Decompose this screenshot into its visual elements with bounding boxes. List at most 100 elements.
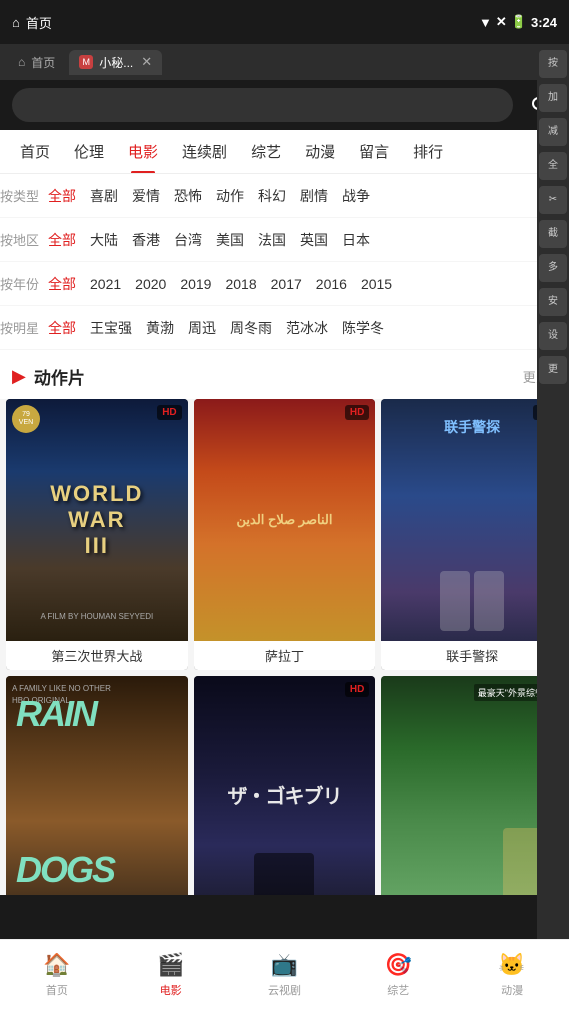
filter-star-4[interactable]: 周冬雨 [230,318,272,338]
filter-items-region: 全部 大陆 香港 台湾 美国 法国 英国 日本 [48,230,569,250]
nav-tab-message[interactable]: 留言 [347,130,401,174]
filter-star-6[interactable]: 陈学冬 [342,318,384,338]
filter-region-us[interactable]: 美国 [216,230,244,250]
filter-region-uk[interactable]: 英国 [300,230,328,250]
play-icon: ▶ [12,366,26,387]
filter-row-year: 按年份 全部 2021 2020 2019 2018 2017 2016 201… [0,262,569,306]
side-panel: 按 加 减 全 ✂ 截 多 安 设 更 [537,44,569,939]
filter-year-2017[interactable]: 2017 [271,276,302,292]
bottom-nav-variety[interactable]: 🎯 综艺 [341,952,455,998]
filter-year-2016[interactable]: 2016 [316,276,347,292]
filter-type-drama[interactable]: 剧情 [300,186,328,206]
tab-close-button[interactable]: ✕ [141,54,152,70]
side-btn-1[interactable]: 加 [539,84,567,112]
side-btn-9[interactable]: 更 [539,356,567,384]
filter-type-all[interactable]: 全部 [48,186,76,206]
bottom-home-icon: 🏠 [43,952,70,978]
filter-label-year: 按年份 [0,274,48,293]
status-right: ▼ ✕ 🔋 3:24 [479,14,557,30]
movie-grid: 79VEN WORLDWARIII A FILM BY HOUMAN SEYYE… [0,399,569,895]
movie-title-wwiii: 第三次世界大战 [6,641,188,670]
bottom-nav-tv[interactable]: 📺 云视剧 [228,952,342,998]
filter-type-comedy[interactable]: 喜剧 [90,186,118,206]
filter-type-romance[interactable]: 爱情 [132,186,160,206]
movie-card-gokiburi[interactable]: ザ・ゴキブリ HD ザ・ゴキブリ [194,676,376,895]
poster-subtitle-wwiii: A FILM BY HOUMAN SEYYEDI [6,612,188,621]
nav-tab-rank[interactable]: 排行 [401,130,455,174]
home-tab-icon: ⌂ [18,55,25,69]
filter-items-year: 全部 2021 2020 2019 2018 2017 2016 2015 [48,274,569,294]
filter-star-1[interactable]: 王宝强 [90,318,132,338]
filter-row-region: 按地区 全部 大陆 香港 台湾 美国 法国 英国 日本 [0,218,569,262]
bottom-anime-label: 动漫 [501,982,523,998]
filter-row-type: 按类型 全部 喜剧 爱情 恐怖 动作 科幻 剧情 战争 [0,174,569,218]
filter-year-2020[interactable]: 2020 [135,276,166,292]
bottom-movie-icon: 🎬 [157,952,184,978]
filter-year-all[interactable]: 全部 [48,274,76,294]
movie-card-wwiii[interactable]: 79VEN WORLDWARIII A FILM BY HOUMAN SEYYE… [6,399,188,670]
side-btn-8[interactable]: 设 [539,322,567,350]
movie-card-saladin[interactable]: الناصر صلاح الدين HD 萨拉丁 [194,399,376,670]
filter-region-hk[interactable]: 香港 [132,230,160,250]
filter-type-horror[interactable]: 恐怖 [174,186,202,206]
filter-type-action[interactable]: 动作 [216,186,244,206]
filter-section: 按类型 全部 喜剧 爱情 恐怖 动作 科幻 剧情 战争 按地区 全部 大陆 香港… [0,174,569,350]
filter-label-region: 按地区 [0,230,48,249]
bottom-anime-icon: 🐱 [498,952,525,978]
nav-tab-ethics[interactable]: 伦理 [62,130,116,174]
tab-favicon: M [79,55,93,69]
poster-text-saladin: الناصر صلاح الدين [228,504,340,536]
filter-region-mainland[interactable]: 大陆 [90,230,118,250]
movie-title-detective: 联手警探 [381,641,563,670]
filter-star-2[interactable]: 黄渤 [146,318,174,338]
movie-card-detective[interactable]: 联手警探 HD 联手警探 [381,399,563,670]
side-btn-4[interactable]: ✂ [539,186,567,214]
filter-star-5[interactable]: 范冰冰 [286,318,328,338]
filter-label-star: 按明星 [0,318,48,337]
movie-card-raindogs[interactable]: A FAMILY LIKE NO OTHER HBO ORIGINAL RAIN… [6,676,188,895]
filter-region-all[interactable]: 全部 [48,230,76,250]
filter-year-2021[interactable]: 2021 [90,276,121,292]
bottom-nav-movie[interactable]: 🎬 电影 [114,952,228,998]
browser-tab-secret[interactable]: M 小秘... ✕ [69,50,162,75]
secret-tab-label: 小秘... [99,54,133,71]
filter-region-jp[interactable]: 日本 [342,230,370,250]
browser-tab-home[interactable]: ⌂ 首页 [8,50,65,75]
nav-tab-movie[interactable]: 电影 [116,130,170,174]
filter-year-2018[interactable]: 2018 [225,276,256,292]
filter-star-3[interactable]: 周迅 [188,318,216,338]
bottom-nav: 🏠 首页 🎬 电影 📺 云视剧 🎯 综艺 🐱 动漫 [0,939,569,1009]
movie-poster-outdoor: 最豪天"外景综餐厅 [381,676,563,895]
filter-region-fr[interactable]: 法国 [258,230,286,250]
filter-region-tw[interactable]: 台湾 [174,230,202,250]
filter-star-all[interactable]: 全部 [48,318,76,338]
nav-tab-anime[interactable]: 动漫 [293,130,347,174]
nav-tab-home[interactable]: 首页 [8,130,62,174]
side-btn-7[interactable]: 安 [539,288,567,316]
bottom-tv-label: 云视剧 [268,982,301,998]
poster-text-detective: 联手警探 [444,419,500,436]
bottom-nav-home[interactable]: 🏠 首页 [0,952,114,998]
bottom-nav-anime[interactable]: 🐱 动漫 [455,952,569,998]
movie-card-outdoor[interactable]: 最豪天"外景综餐厅 最豪天外景综餐厅 [381,676,563,895]
side-btn-5[interactable]: 截 [539,220,567,248]
nav-tab-series[interactable]: 连续剧 [170,130,239,174]
bottom-variety-label: 综艺 [387,982,409,998]
side-btn-6[interactable]: 多 [539,254,567,282]
side-btn-2[interactable]: 减 [539,118,567,146]
address-input[interactable] [12,88,513,122]
movie-poster-detective: 联手警探 HD [381,399,563,641]
nav-tab-variety[interactable]: 综艺 [239,130,293,174]
movie-poster-raindogs: A FAMILY LIKE NO OTHER HBO ORIGINAL RAIN… [6,676,188,895]
filter-label-type: 按类型 [0,186,48,205]
filter-type-scifi[interactable]: 科幻 [258,186,286,206]
status-left: ⌂ 首页 [12,13,52,32]
wifi-icon: ▼ [479,15,492,30]
filter-type-war[interactable]: 战争 [342,186,370,206]
filter-year-2019[interactable]: 2019 [180,276,211,292]
filter-year-2015[interactable]: 2015 [361,276,392,292]
movie-poster-gokiburi: ザ・ゴキブリ HD [194,676,376,895]
side-btn-3[interactable]: 全 [539,152,567,180]
bottom-tv-icon: 📺 [271,952,298,978]
side-btn-0[interactable]: 按 [539,50,567,78]
